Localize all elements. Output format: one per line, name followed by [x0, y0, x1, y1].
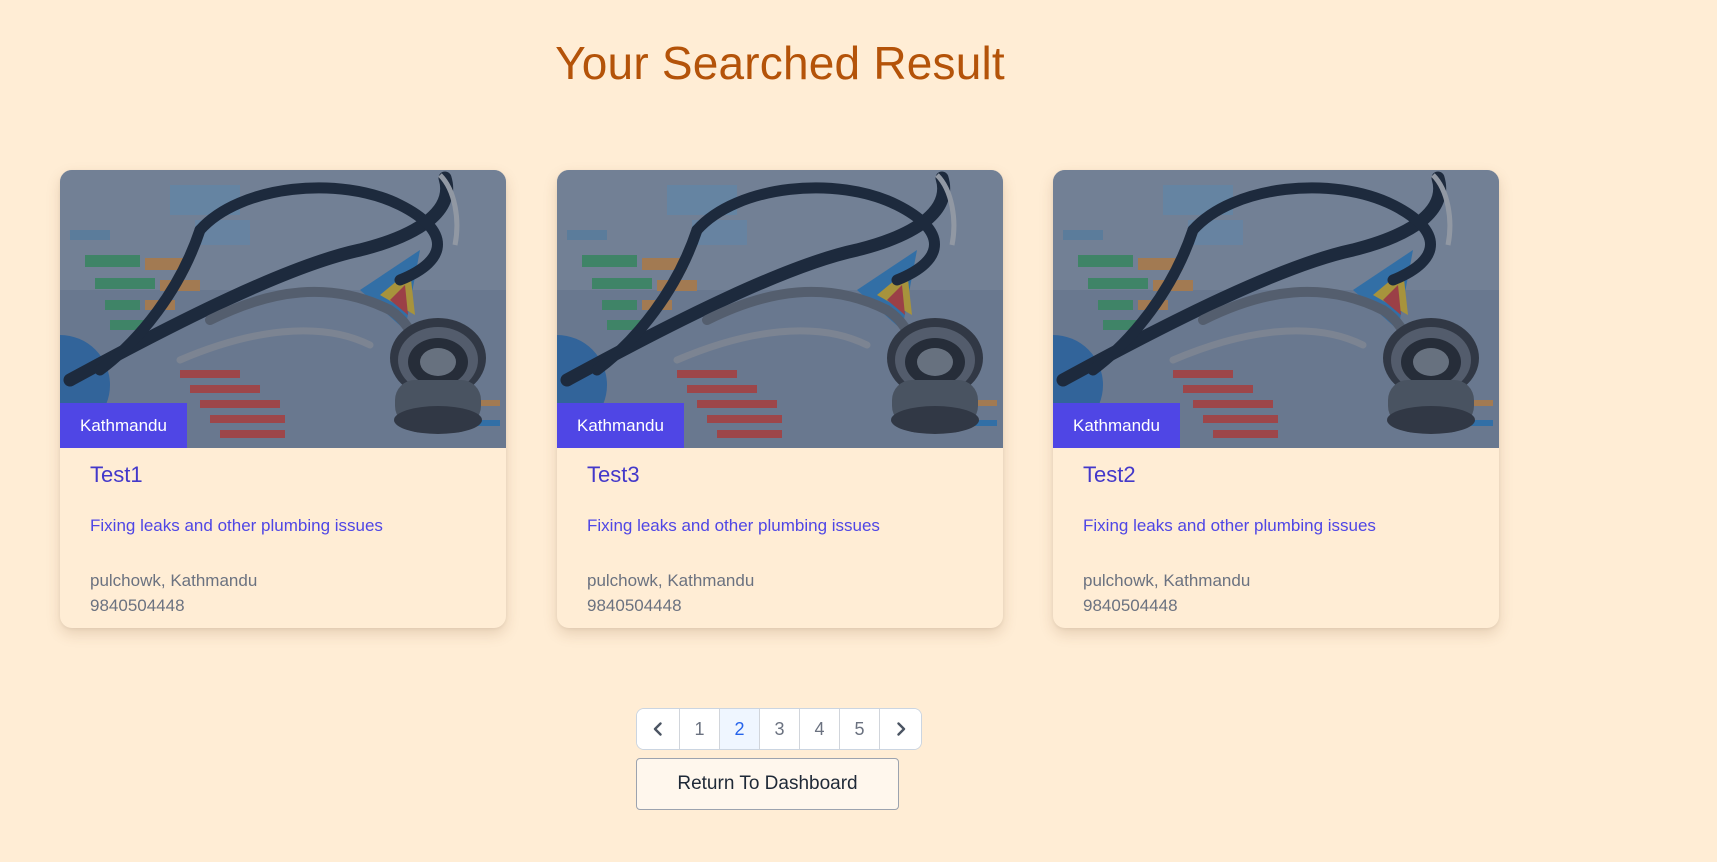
card-title[interactable]: Test1 — [90, 462, 143, 488]
card-description: Fixing leaks and other plumbing issues — [90, 516, 383, 535]
pagination: 1 2 3 4 5 — [636, 708, 922, 750]
page-button-3[interactable]: 3 — [759, 709, 799, 749]
result-card[interactable]: Kathmandu Test3 Fixing leaks and other p… — [557, 170, 1003, 628]
card-title[interactable]: Test2 — [1083, 462, 1136, 488]
card-address: pulchowk, Kathmandu — [1083, 571, 1251, 590]
card-phone: 9840504448 — [1083, 596, 1178, 615]
return-to-dashboard-button[interactable]: Return To Dashboard — [636, 758, 899, 810]
card-phone: 9840504448 — [587, 596, 682, 615]
card-address: pulchowk, Kathmandu — [90, 571, 258, 590]
location-badge: Kathmandu — [1053, 403, 1180, 448]
location-badge: Kathmandu — [60, 403, 187, 448]
page-button-1[interactable]: 1 — [679, 709, 719, 749]
card-phone: 9840504448 — [90, 596, 185, 615]
page-title: Your Searched Result — [555, 37, 1005, 89]
location-badge: Kathmandu — [557, 403, 684, 448]
chevron-left-icon — [653, 722, 662, 736]
page-button-2[interactable]: 2 — [719, 709, 759, 749]
result-card[interactable]: Kathmandu Test1 Fixing leaks and other p… — [60, 170, 506, 628]
chevron-right-icon — [896, 722, 905, 736]
next-page-button[interactable] — [879, 709, 921, 749]
card-title[interactable]: Test3 — [587, 462, 640, 488]
page: Your Searched Result Kathmandu Test1 Fix… — [0, 0, 1717, 864]
card-description: Fixing leaks and other plumbing issues — [587, 516, 880, 535]
page-button-5[interactable]: 5 — [839, 709, 879, 749]
page-button-4[interactable]: 4 — [799, 709, 839, 749]
card-address: pulchowk, Kathmandu — [587, 571, 755, 590]
previous-page-button[interactable] — [637, 709, 679, 749]
card-description: Fixing leaks and other plumbing issues — [1083, 516, 1376, 535]
result-card[interactable]: Kathmandu Test2 Fixing leaks and other p… — [1053, 170, 1499, 628]
